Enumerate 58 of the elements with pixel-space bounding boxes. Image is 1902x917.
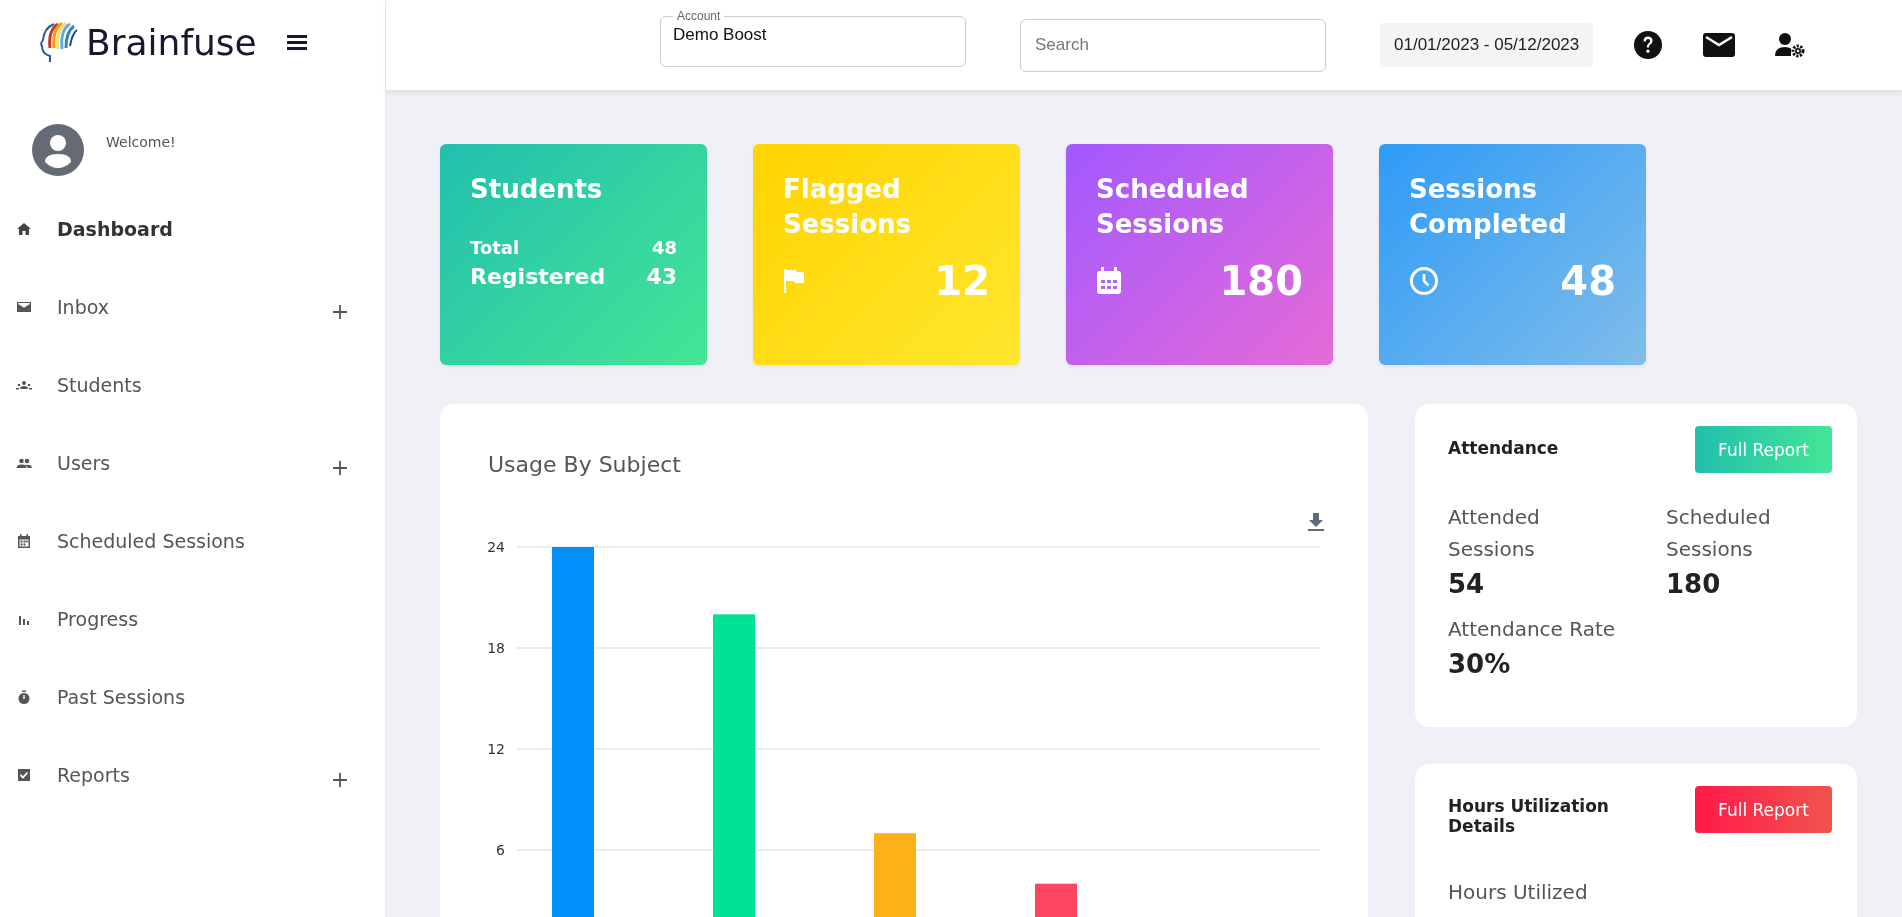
chart-bar <box>1035 883 1077 917</box>
flag-icon <box>783 268 805 294</box>
user-settings-icon[interactable] <box>1775 32 1806 58</box>
account-input[interactable]: Demo Boost <box>673 23 953 45</box>
search-field[interactable]: Search <box>1020 18 1326 72</box>
mail-icon <box>16 299 32 315</box>
nav-item[interactable]: Inbox <box>0 268 385 346</box>
nav-item[interactable]: Students <box>0 346 385 424</box>
stat-label: Total <box>470 237 520 258</box>
stat-value: 180 <box>1666 569 1722 599</box>
card-title: Students <box>470 173 604 206</box>
card-value: 12 <box>934 258 990 304</box>
nav-item[interactable]: Reports <box>0 736 385 814</box>
stat-label: Hours Utilized <box>1448 879 1589 906</box>
check-icon <box>16 767 32 783</box>
panel-title: Attendance <box>1448 438 1559 458</box>
plus-icon[interactable] <box>333 773 347 787</box>
clock-icon <box>1409 266 1439 296</box>
stat-value: 54 <box>1448 569 1486 599</box>
card-title: Flagged Sessions <box>783 173 913 241</box>
date-range-picker[interactable]: 01/01/2023 - 05/12/2023 <box>1380 23 1594 67</box>
account-field[interactable]: Account Demo Boost <box>660 9 966 67</box>
stat-value: 48 <box>651 237 677 258</box>
stat-label: Scheduled Sessions <box>1666 504 1772 563</box>
card-value: 180 <box>1219 258 1303 304</box>
timer-icon <box>16 689 32 705</box>
help-icon[interactable] <box>1633 30 1664 60</box>
nav-item[interactable]: Progress <box>0 580 385 658</box>
nav-item[interactable]: Dashboard <box>0 190 385 268</box>
nav-item[interactable]: Users <box>0 424 385 502</box>
mail-icon[interactable] <box>1703 33 1736 57</box>
axis-tick: 18 <box>487 640 505 656</box>
nav-item[interactable]: Past Sessions <box>0 658 385 736</box>
axis-tick: 12 <box>487 741 505 757</box>
avatar-icon <box>32 124 84 176</box>
panel-title: Hours Utilization Details <box>1448 796 1610 836</box>
plus-icon[interactable] <box>333 305 347 319</box>
chart-title: Usage By Subject <box>488 452 682 477</box>
brand-name: Brainfuse <box>86 21 257 63</box>
home-icon <box>16 221 32 237</box>
card-value: 48 <box>1560 258 1616 304</box>
stat-label: Attendance Rate <box>1448 616 1617 643</box>
card-title: Scheduled Sessions <box>1096 173 1250 241</box>
stat-label: Registered <box>470 264 606 289</box>
calendar-icon <box>16 533 32 549</box>
card-title: Sessions Completed <box>1409 173 1568 241</box>
stat-value: 43 <box>646 264 677 289</box>
full-report-button[interactable]: Full Report <box>1695 786 1832 833</box>
axis-tick: 6 <box>496 842 505 858</box>
download-icon[interactable] <box>1308 513 1324 531</box>
welcome-text: Welcome! <box>106 134 176 150</box>
stat-value: 30% <box>1448 649 1512 679</box>
calendar-icon <box>1096 267 1122 295</box>
field-label: Account <box>676 9 722 23</box>
plus-icon[interactable] <box>333 461 347 475</box>
stat-label: Attended Sessions <box>1448 504 1541 563</box>
nav-item[interactable]: Scheduled Sessions <box>0 502 385 580</box>
axis-tick: 24 <box>487 539 505 555</box>
